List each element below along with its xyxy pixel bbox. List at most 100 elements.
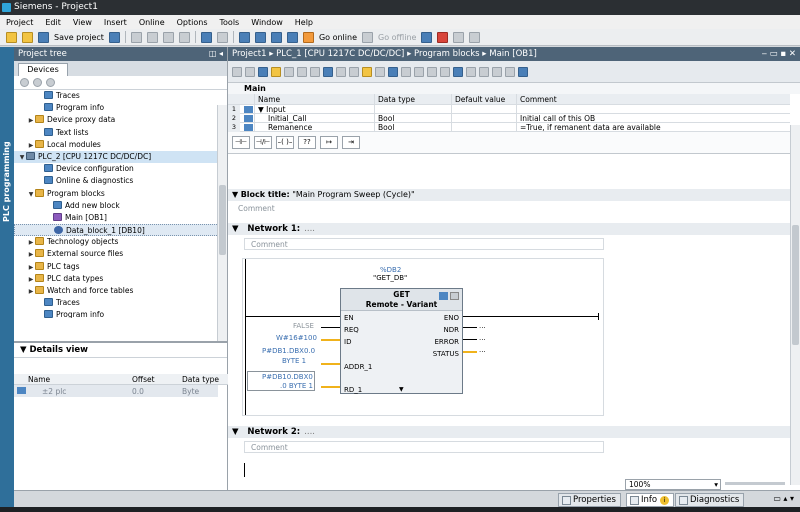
add-row-icon[interactable] bbox=[271, 66, 281, 77]
block-title-row[interactable]: ▼ Block title: "Main Program Sweep (Cycl… bbox=[228, 189, 790, 201]
ndr-operand[interactable]: ... bbox=[479, 322, 486, 330]
interface-row[interactable]: 2 Initial_Call Bool Initial call of this OB bbox=[228, 114, 790, 123]
chevron-right-icon[interactable]: ▶ bbox=[27, 140, 35, 152]
editor-scrollbar-thumb[interactable] bbox=[792, 225, 799, 345]
chevron-down-icon[interactable]: ▼ bbox=[27, 189, 35, 201]
cut-icon[interactable] bbox=[130, 31, 142, 43]
col-name[interactable]: Name bbox=[258, 95, 280, 104]
menu-item-help[interactable]: Help bbox=[295, 18, 313, 27]
close-all-networks-icon[interactable] bbox=[375, 66, 385, 77]
goto-next-error-icon[interactable] bbox=[310, 66, 320, 77]
upload-icon[interactable] bbox=[270, 31, 282, 43]
details-view-header[interactable]: ▼ Details view bbox=[14, 343, 227, 358]
col-data-type[interactable]: Data type bbox=[378, 95, 415, 104]
monitor-on-icon[interactable] bbox=[401, 66, 411, 77]
fb-instance-name[interactable]: "GET_DB" bbox=[373, 274, 407, 282]
addr-operand-line1[interactable]: P#DB1.DBX0.0 bbox=[262, 347, 315, 355]
tree-scrollbar[interactable] bbox=[217, 105, 227, 341]
details-col-type[interactable]: Data type bbox=[182, 375, 219, 384]
coil-icon[interactable]: –( )– bbox=[276, 136, 294, 149]
compare-icon[interactable] bbox=[505, 66, 515, 77]
tree-item[interactable]: Traces bbox=[14, 90, 227, 102]
addr-operand-line2[interactable]: BYTE 1 bbox=[282, 357, 306, 365]
col-comment[interactable]: Comment bbox=[520, 95, 557, 104]
tree-item[interactable]: ▶ Device proxy data bbox=[14, 114, 227, 126]
rd-operand-field[interactable]: P#DB10.DBX0 .0 BYTE 1 bbox=[247, 371, 315, 391]
new-project-icon[interactable] bbox=[6, 31, 17, 43]
enable-trace-icon[interactable] bbox=[492, 66, 502, 77]
collapse-panel-icon[interactable]: ◫ ◂ bbox=[209, 47, 223, 61]
network-comments-icon[interactable] bbox=[323, 66, 333, 77]
favorites-icon[interactable] bbox=[336, 66, 346, 77]
interface-cell-type[interactable]: Bool bbox=[378, 114, 394, 123]
window-controls-icon[interactable]: ‒ ▭ ▪ ✕ bbox=[762, 47, 796, 61]
error-operand[interactable]: ... bbox=[479, 334, 486, 342]
tree-item[interactable]: ▼ PLC_2 [CPU 1217C DC/DC/DC] bbox=[14, 150, 227, 164]
tree-item[interactable]: Main [OB1] bbox=[14, 212, 227, 224]
menu-item-view[interactable]: View bbox=[73, 18, 92, 27]
empty-box-icon[interactable] bbox=[349, 66, 359, 77]
stop-cpu-icon[interactable] bbox=[437, 31, 449, 43]
print-icon[interactable] bbox=[108, 31, 120, 43]
menu-item-insert[interactable]: Insert bbox=[104, 18, 127, 27]
chevron-down-icon[interactable]: ▼ bbox=[18, 152, 26, 164]
save-project-button[interactable]: Save project bbox=[54, 33, 104, 42]
tree-item[interactable]: ▶ PLC data types bbox=[14, 273, 227, 285]
interface-cell-comment[interactable]: =True, if remanent data are available bbox=[520, 123, 661, 132]
tree-item[interactable]: Traces bbox=[14, 297, 227, 309]
portal-side-tab[interactable]: PLC programming bbox=[0, 47, 14, 507]
tab-properties[interactable]: Properties bbox=[558, 493, 621, 507]
compile-icon[interactable] bbox=[238, 31, 250, 43]
zoom-slider[interactable] bbox=[725, 482, 785, 485]
get-function-block[interactable]: GET Remote - Variant EN REQ ID ADDR_1 RD… bbox=[340, 288, 463, 394]
undo-icon[interactable] bbox=[200, 31, 212, 43]
network-1-comment[interactable]: Comment bbox=[244, 238, 604, 250]
open-project-icon[interactable] bbox=[22, 31, 33, 43]
open-all-networks-icon[interactable] bbox=[362, 66, 372, 77]
block-comment[interactable]: Comment bbox=[238, 204, 275, 213]
fb-config-icon[interactable] bbox=[439, 292, 448, 300]
chevron-right-icon[interactable]: ▶ bbox=[27, 274, 35, 286]
back-icon[interactable] bbox=[33, 78, 42, 87]
copy-icon[interactable] bbox=[146, 31, 158, 43]
go-offline-icon[interactable] bbox=[362, 31, 373, 43]
update-calls-icon[interactable] bbox=[440, 66, 450, 77]
go-online-button[interactable]: Go online bbox=[319, 33, 357, 42]
tab-info[interactable]: Info i bbox=[626, 493, 675, 507]
breakpoints-icon[interactable] bbox=[453, 66, 463, 77]
menu-item-window[interactable]: Window bbox=[251, 18, 283, 27]
absolute-operand-icon[interactable] bbox=[297, 66, 307, 77]
simulation-icon[interactable] bbox=[286, 31, 298, 43]
open-branch-icon[interactable]: ↦ bbox=[320, 136, 338, 149]
chevron-right-icon[interactable]: ▶ bbox=[27, 286, 35, 298]
split-editor-icon[interactable] bbox=[469, 31, 481, 43]
network-2-header[interactable]: ▼ Network 2:.... bbox=[228, 426, 790, 438]
editor-scrollbar[interactable] bbox=[790, 125, 800, 485]
zoom-select[interactable]: 100% ▾ bbox=[625, 479, 721, 490]
menu-item-project[interactable]: Project bbox=[6, 18, 33, 27]
chevron-right-icon[interactable]: ▶ bbox=[27, 115, 35, 127]
tree-item[interactable]: ▶ Technology objects bbox=[14, 236, 227, 248]
tree-item[interactable]: ▶ Watch and force tables bbox=[14, 285, 227, 297]
tree-item[interactable]: Device configuration bbox=[14, 163, 227, 175]
details-row[interactable]: ±2 plc 0.0 Byte bbox=[14, 385, 218, 397]
show-tags-icon[interactable] bbox=[388, 66, 398, 77]
block-properties-icon[interactable] bbox=[427, 66, 437, 77]
forward-icon[interactable] bbox=[46, 78, 55, 87]
tree-item[interactable]: Program info bbox=[14, 102, 227, 114]
network-1-canvas[interactable]: %DB2 "GET_DB" GET Remote - Variant EN RE… bbox=[242, 258, 604, 416]
nc-contact-icon[interactable]: ⊣/⊢ bbox=[254, 136, 272, 149]
chevron-right-icon[interactable]: ▶ bbox=[27, 237, 35, 249]
cross-reference-icon[interactable] bbox=[453, 31, 465, 43]
insert-row-icon[interactable] bbox=[258, 66, 268, 77]
details-col-name[interactable]: Name bbox=[28, 375, 50, 384]
menu-item-online[interactable]: Online bbox=[139, 18, 165, 27]
interface-row[interactable]: 3 Remanence Bool =True, if remanent data ar… bbox=[228, 123, 790, 132]
insert-network-icon[interactable] bbox=[232, 66, 242, 77]
menu-item-tools[interactable]: Tools bbox=[220, 18, 240, 27]
tree-item[interactable]: Program info bbox=[14, 309, 227, 318]
tab-devices[interactable]: Devices bbox=[18, 63, 68, 76]
no-contact-icon[interactable]: ⊣⊢ bbox=[232, 136, 250, 149]
go-offline-button[interactable]: Go offline bbox=[378, 33, 416, 42]
network-2-comment[interactable]: Comment bbox=[244, 441, 604, 453]
